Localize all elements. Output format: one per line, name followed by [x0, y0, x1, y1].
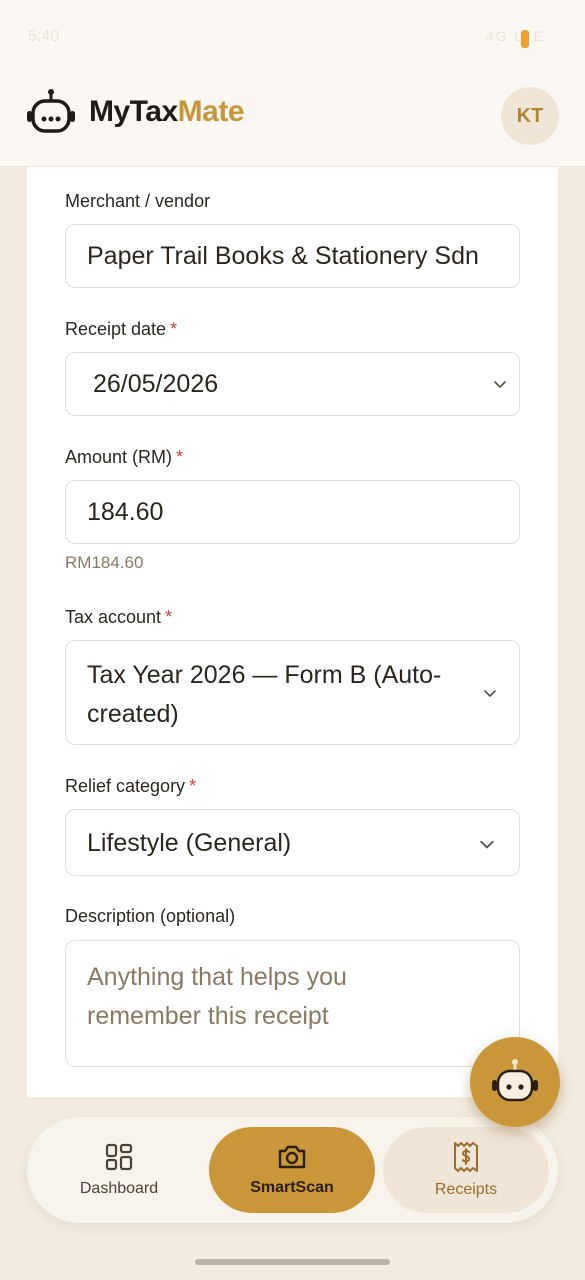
- assistant-bot-button[interactable]: [470, 1037, 560, 1127]
- tax-account-value: Tax Year 2026 — Form B (Auto-created): [87, 661, 442, 728]
- battery-icon: [521, 30, 529, 48]
- camera-icon: [278, 1145, 306, 1169]
- receipt-form-card: Merchant / vendor Paper Trail Books & St…: [27, 167, 558, 1107]
- status-icons: 4G LTE: [485, 28, 545, 44]
- merchant-input[interactable]: Paper Trail Books & Stationery Sdn: [65, 224, 520, 288]
- tax-account-select[interactable]: Tax Year 2026 — Form B (Auto-created): [65, 640, 520, 745]
- tax-account-label-text: Tax account: [65, 607, 162, 627]
- amount-input[interactable]: 184.60: [65, 480, 520, 544]
- robot-icon: [492, 1059, 538, 1102]
- user-avatar[interactable]: KT: [501, 87, 559, 145]
- nav-smartscan[interactable]: SmartScan: [209, 1127, 375, 1213]
- relief-category-value: Lifestyle (General): [87, 829, 292, 857]
- merchant-label: Merchant / vendor: [65, 190, 210, 212]
- app-name: MyTaxMate: [89, 88, 245, 136]
- chevron-down-icon: [480, 840, 494, 849]
- chevron-down-icon: [494, 381, 506, 388]
- required-mark: *: [170, 319, 178, 339]
- description-label: Description (optional): [65, 905, 235, 927]
- description-label-text: Description (optional): [65, 906, 236, 926]
- nav-receipts-label: Receipts: [434, 1181, 498, 1198]
- merchant-value: Paper Trail Books & Stationery Sdn: [87, 242, 479, 270]
- status-bar: 5:40 4G LTE: [0, 0, 585, 70]
- chevron-down-icon: [484, 690, 496, 697]
- relief-category-label-text: Relief category: [65, 776, 186, 796]
- status-time: 5:40: [28, 28, 60, 45]
- nav-dashboard[interactable]: Dashboard: [27, 1127, 211, 1213]
- merchant-label-text: Merchant / vendor: [65, 191, 211, 211]
- dashboard-grid-icon: [105, 1143, 133, 1171]
- receipt-date-input[interactable]: 26/05/2026: [65, 352, 520, 416]
- bottom-navigation: Dashboard SmartScan Receipts: [27, 1117, 558, 1223]
- home-indicator: [195, 1259, 390, 1265]
- amount-label-text: Amount (RM): [65, 447, 173, 467]
- amount-label: Amount (RM) *: [65, 446, 183, 468]
- relief-category-select[interactable]: Lifestyle (General): [65, 809, 520, 876]
- description-textarea[interactable]: Anything that helps you remember this re…: [65, 940, 520, 1067]
- receipt-date-value: 26/05/2026: [93, 370, 219, 398]
- relief-category-label: Relief category *: [65, 775, 196, 797]
- nav-dashboard-label: Dashboard: [79, 1180, 159, 1197]
- receipt-date-label-text: Receipt date: [65, 319, 167, 339]
- app-logo[interactable]: MyTaxMate: [25, 88, 245, 136]
- app-name-part1: MyTax: [89, 95, 178, 128]
- receipt-date-label: Receipt date *: [65, 318, 177, 340]
- required-mark: *: [176, 447, 184, 467]
- app-name-part2: Mate: [177, 95, 245, 128]
- nav-receipts[interactable]: Receipts: [383, 1127, 549, 1213]
- required-mark: *: [189, 776, 197, 796]
- nav-smartscan-label: SmartScan: [250, 1179, 334, 1196]
- amount-value: 184.60: [87, 498, 164, 526]
- tax-account-label: Tax account *: [65, 606, 172, 628]
- amount-helper-text: RM184.60: [65, 553, 144, 572]
- robot-logo-icon: [27, 89, 75, 133]
- description-placeholder: Anything that helps you remember this re…: [87, 963, 347, 1030]
- receipt-dollar-icon: [454, 1142, 478, 1172]
- required-mark: *: [165, 607, 173, 627]
- app-header: 5:40 4G LTE MyTaxMate KT: [0, 0, 585, 167]
